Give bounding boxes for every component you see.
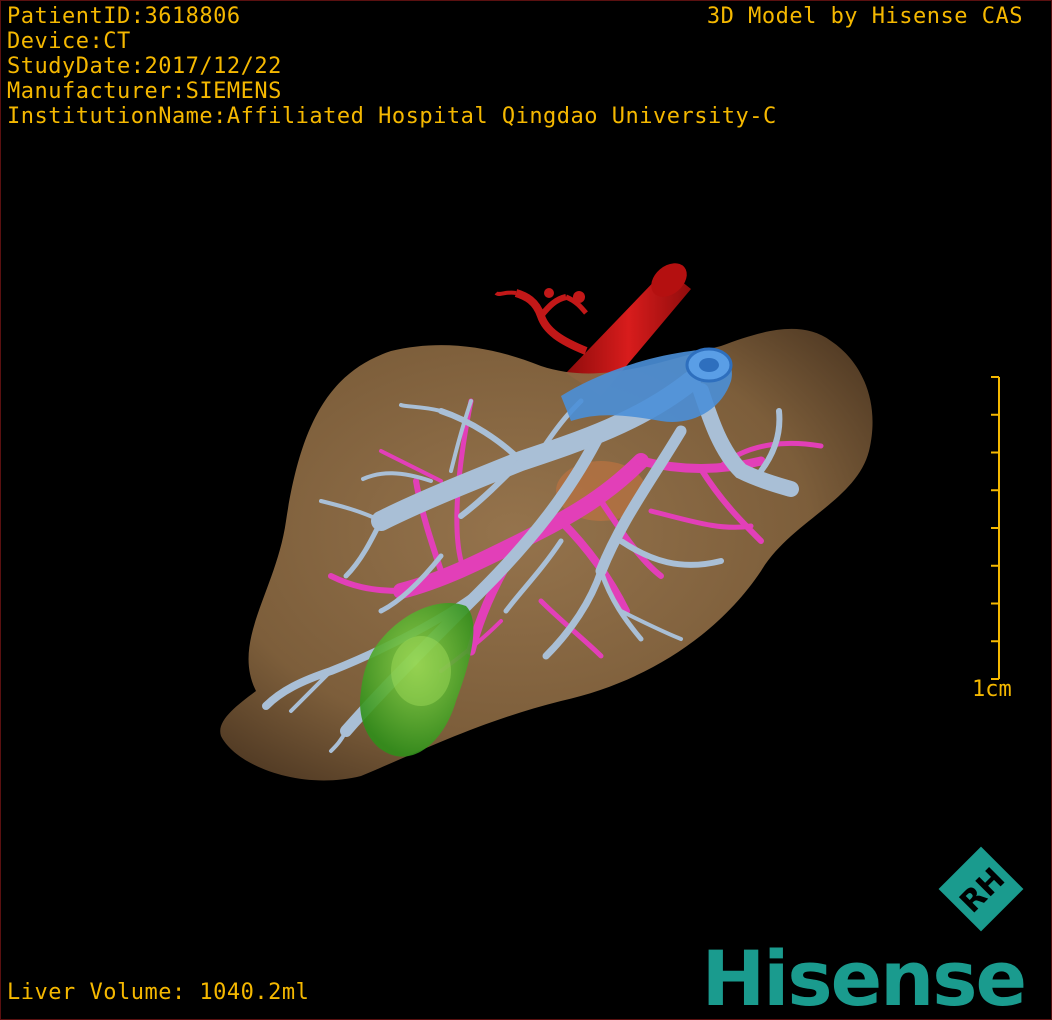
3d-viewer[interactable]: PatientID:3618806 Device:CT StudyDate:20…	[0, 0, 1052, 1020]
study-date: StudyDate:2017/12/22	[7, 54, 282, 79]
liver-3d-model[interactable]	[1, 1, 1052, 1020]
liver	[220, 328, 873, 781]
liver-volume: Liver Volume: 1040.2ml	[7, 980, 310, 1005]
device: Device:CT	[7, 29, 131, 54]
patient-id: PatientID:3618806	[7, 4, 241, 29]
brand-wordmark: Hisense	[701, 934, 1027, 1020]
manufacturer: Manufacturer:SIEMENS	[7, 79, 282, 104]
hisense-rh-logo-icon: RH	[938, 846, 1024, 932]
model-credit: 3D Model by Hisense CAS	[706, 4, 1023, 29]
scale-bar	[991, 376, 1000, 680]
scale-label: 1cm	[972, 677, 1012, 702]
patient-info: PatientID:3618806 Device:CT StudyDate:20…	[7, 4, 777, 129]
institution-name: InstitutionName:Affiliated Hospital Qing…	[7, 104, 777, 129]
